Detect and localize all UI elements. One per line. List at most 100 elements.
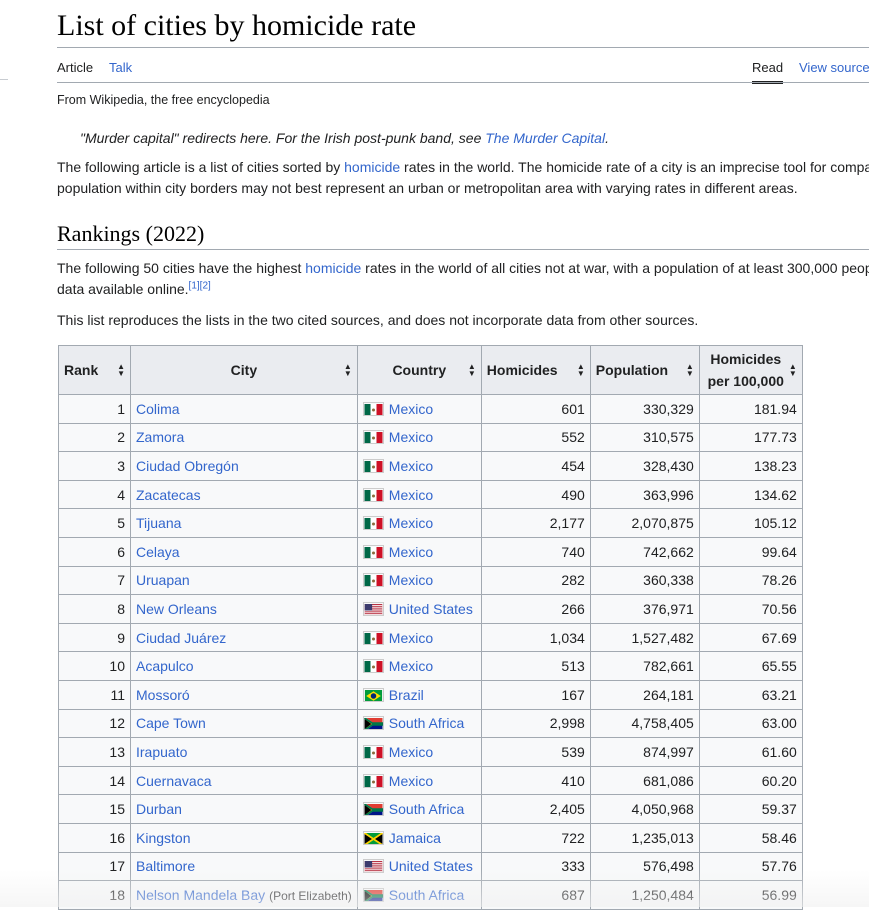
city-link[interactable]: Irapuato	[136, 744, 187, 760]
country-link[interactable]: Jamaica	[389, 830, 441, 846]
mexico-flag-icon	[362, 516, 384, 531]
header-rank[interactable]: Rank ▲ ▼	[58, 345, 131, 395]
header-country-label: Country	[392, 362, 447, 378]
city-link[interactable]: Cape Town	[136, 715, 206, 731]
city-link[interactable]: Tijuana	[136, 515, 181, 531]
header-rate[interactable]: Homicides per 100,000 ▲ ▼	[698, 345, 803, 395]
sort-arrows-icon[interactable]: ▲ ▼	[789, 363, 797, 378]
country-link[interactable]: Mexico	[389, 544, 433, 560]
city-link[interactable]: Celaya	[136, 544, 180, 560]
cell-rate: 105.12	[698, 508, 803, 538]
city-link[interactable]: Nelson Mandela Bay	[136, 887, 265, 903]
homicide-link-2[interactable]: homicide	[305, 260, 361, 276]
cell-population: 310,575	[589, 422, 700, 453]
table-row: 12 Cape Town South Africa 2,998 4,758,405 63.…	[58, 708, 803, 739]
city-link[interactable]: Ciudad Obregón	[136, 458, 239, 474]
cell-rate: 59.37	[698, 794, 803, 824]
cell-city: Cape Town	[130, 708, 358, 739]
reference-links[interactable]: [1][2]	[189, 280, 211, 291]
country-link[interactable]: Mexico	[389, 487, 433, 503]
country-link[interactable]: South Africa	[389, 801, 465, 817]
header-population[interactable]: Population ▲ ▼	[589, 345, 700, 395]
cell-homicides: 552	[480, 422, 591, 453]
cell-country: Mexico	[356, 508, 482, 538]
cell-homicides: 2,177	[480, 508, 591, 538]
intro-line-2: population within city borders may not b…	[57, 180, 798, 196]
country-link[interactable]: Mexico	[389, 401, 433, 417]
table-row: 10 Acapulco Mexico 513 782,661 65.55	[58, 651, 803, 681]
mexico-flag-icon	[362, 430, 384, 445]
country-link[interactable]: United States	[389, 858, 473, 874]
city-link[interactable]: Kingston	[136, 830, 190, 846]
header-homicides[interactable]: Homicides ▲ ▼	[480, 345, 591, 395]
cell-rank: 7	[58, 565, 131, 596]
tab-talk[interactable]: Talk	[109, 60, 132, 75]
country-link[interactable]: South Africa	[389, 715, 465, 731]
cell-rank: 17	[58, 851, 131, 882]
tab-view-source[interactable]: View source	[799, 60, 869, 75]
cell-rate: 60.20	[698, 765, 803, 796]
cell-population: 4,758,405	[589, 708, 700, 739]
mexico-flag-icon	[362, 544, 384, 559]
table-row: 8 New Orleans United States 266 376,971 70.56	[58, 594, 803, 624]
sort-arrows-icon[interactable]: ▲ ▼	[468, 363, 476, 378]
country-link[interactable]: Mexico	[389, 630, 433, 646]
cell-homicides: 513	[480, 651, 591, 681]
country-link[interactable]: Mexico	[389, 744, 433, 760]
rankings-text-b: rates in the world of all cities not at …	[361, 260, 869, 276]
hatnote-link[interactable]: The Murder Capital	[485, 130, 605, 146]
cell-rate: 78.26	[698, 565, 803, 596]
cell-rank: 2	[58, 422, 131, 453]
cell-city: Acapulco	[130, 651, 358, 681]
city-link[interactable]: Zacatecas	[136, 487, 201, 503]
cell-homicides: 266	[480, 594, 591, 624]
tab-article[interactable]: Article	[57, 60, 93, 75]
country-link[interactable]: Mexico	[389, 429, 433, 445]
country-link[interactable]: Mexico	[389, 658, 433, 674]
sort-arrows-icon[interactable]: ▲ ▼	[117, 363, 125, 378]
rankings-text-a: The following 50 cities have the highest	[57, 260, 306, 276]
cell-population: 782,661	[589, 651, 700, 681]
cell-country: Mexico	[356, 479, 482, 510]
cell-homicides: 1,034	[480, 622, 591, 653]
southafrica-flag-icon	[362, 716, 384, 731]
city-link[interactable]: New Orleans	[136, 601, 217, 617]
country-link[interactable]: United States	[389, 601, 473, 617]
country-link[interactable]: Mexico	[389, 515, 433, 531]
country-link[interactable]: Mexico	[389, 773, 433, 789]
city-link[interactable]: Baltimore	[136, 858, 195, 874]
southafrica-flag-icon	[362, 887, 384, 902]
country-link[interactable]: Brazil	[389, 687, 424, 703]
cell-population: 264,181	[589, 679, 700, 710]
table-body: 1 Colima Mexico 601 330,329 181.94 2 Zamora Mexi…	[58, 394, 803, 910]
cell-homicides: 167	[480, 679, 591, 710]
cell-population: 681,086	[589, 765, 700, 796]
city-link[interactable]: Uruapan	[136, 572, 190, 588]
city-link[interactable]: Mossoró	[136, 687, 190, 703]
sort-arrows-icon[interactable]: ▲ ▼	[344, 363, 352, 378]
city-link[interactable]: Zamora	[136, 429, 184, 445]
cell-city: Cuernavaca	[130, 765, 358, 796]
intro-text-a: The following article is a list of citie…	[57, 159, 345, 175]
cell-rate: 134.62	[698, 479, 803, 510]
city-link[interactable]: Colima	[136, 401, 180, 417]
header-city[interactable]: City ▲ ▼	[130, 345, 358, 395]
cell-population: 363,996	[589, 479, 700, 510]
country-link[interactable]: Mexico	[389, 572, 433, 588]
tab-read[interactable]: Read	[752, 60, 783, 75]
country-link[interactable]: South Africa	[389, 887, 465, 903]
header-country[interactable]: Country ▲ ▼	[356, 345, 482, 395]
city-link[interactable]: Ciudad Juárez	[136, 630, 226, 646]
sort-arrows-icon[interactable]: ▲ ▼	[577, 363, 585, 378]
city-link[interactable]: Acapulco	[136, 658, 194, 674]
cell-population: 1,250,484	[589, 880, 700, 910]
sort-arrows-icon[interactable]: ▲ ▼	[686, 363, 694, 378]
homicide-link[interactable]: homicide	[344, 159, 400, 175]
cell-city: Nelson Mandela Bay (Port Elizabeth)	[130, 880, 358, 910]
city-link[interactable]: Cuernavaca	[136, 773, 212, 789]
country-link[interactable]: Mexico	[389, 458, 433, 474]
city-link[interactable]: Durban	[136, 801, 182, 817]
rankings-paragraph: The following 50 cities have the highest…	[57, 258, 869, 300]
southafrica-flag-icon	[362, 802, 384, 817]
hatnote-text: "Murder capital" redirects here. For the…	[80, 130, 486, 146]
